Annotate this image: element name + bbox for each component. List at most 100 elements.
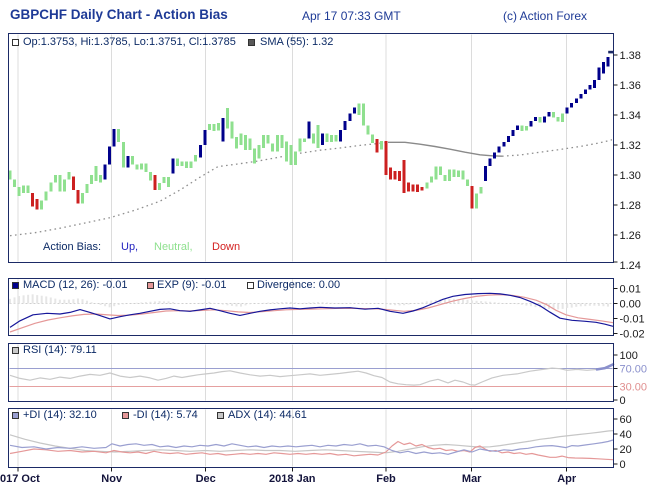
candle (239, 133, 243, 145)
action-bias-up-label: Up, (121, 241, 139, 253)
divergence-bar (312, 302, 315, 304)
candle (447, 169, 451, 181)
candle (466, 179, 470, 187)
divergence-bar (226, 303, 229, 306)
price-y-tick-label: 1.30 (620, 170, 641, 182)
month-label: 017 Oct (0, 473, 40, 485)
divergence-bar (158, 301, 161, 304)
sma-legend-icon (248, 39, 255, 46)
month-label: Feb (376, 473, 396, 485)
candle (434, 166, 438, 180)
price-y-tick-label: 1.26 (620, 230, 641, 242)
divergence-bar (81, 299, 84, 304)
divergence-bar (462, 299, 464, 304)
page-title: GBPCHF Daily Chart - Action Bias (10, 7, 228, 22)
candle (90, 175, 94, 184)
candle (266, 134, 270, 144)
candle (357, 103, 361, 115)
candle (312, 133, 316, 144)
candle (144, 163, 148, 172)
divergence-bar (566, 303, 569, 308)
candle (606, 57, 610, 67)
candle (543, 116, 547, 123)
divergence-bar (149, 301, 152, 304)
divergence-bar (18, 296, 21, 304)
divergence-bar (271, 302, 274, 304)
candle (157, 183, 161, 190)
candle (561, 113, 565, 122)
candle (62, 179, 66, 192)
rsi-y-tick-label: 0 (620, 395, 626, 407)
divergence-bar (597, 303, 600, 306)
candle (556, 117, 560, 122)
divergence-bar (484, 301, 487, 304)
candle (425, 182, 429, 189)
candle (112, 129, 116, 147)
candle (103, 164, 107, 180)
candle (194, 154, 198, 162)
divergence-bar (584, 303, 587, 307)
divergence-bar (471, 300, 474, 304)
exp-legend-icon (147, 282, 154, 289)
divergence-bar (289, 301, 292, 304)
divergence-bar (76, 298, 79, 304)
last-price-marker (608, 50, 614, 54)
price-y-tick-label: 1.28 (620, 200, 641, 212)
candle (176, 158, 180, 166)
divergence-bar (285, 302, 288, 304)
candle (379, 141, 383, 150)
candle (533, 117, 537, 121)
candle (511, 130, 515, 136)
divergence-bar (244, 303, 247, 306)
macd-legend-label: MACD (12, 26): -0.01 (23, 279, 128, 291)
candle (484, 166, 488, 181)
divergence-bar (480, 301, 483, 304)
sma-legend-label: SMA (55): 1.32 (260, 36, 334, 48)
candle (334, 134, 338, 142)
candle (321, 133, 325, 145)
adx-legend-label: ADX (14): 44.61 (228, 409, 307, 421)
divergence-bar (86, 300, 89, 304)
divergence-bar (27, 294, 30, 304)
candle (330, 134, 334, 142)
divergence-bar (425, 301, 428, 304)
candle (262, 134, 266, 149)
divergence-bar (525, 303, 528, 306)
candle (130, 156, 134, 165)
divergence-bar (49, 297, 52, 304)
divergence-legend-icon (247, 282, 254, 289)
divergence-bar (212, 302, 215, 304)
candle (398, 171, 402, 181)
candle (493, 152, 497, 159)
timestamp-label: Apr 17 07:33 GMT (302, 9, 401, 23)
dmi-panel-border (8, 408, 614, 468)
exp-legend-label: EXP (9): -0.01 (157, 279, 227, 291)
divergence-bar (384, 303, 387, 305)
divergence-bar (104, 303, 107, 307)
candle (108, 146, 112, 165)
candle (343, 121, 347, 130)
divergence-bar (475, 300, 478, 304)
candle (185, 161, 189, 169)
candle (298, 138, 302, 152)
divergence-bar (199, 302, 202, 304)
divergence-bar (203, 302, 206, 304)
divergence-bar (140, 302, 143, 304)
copyright-label: (c) Action Forex (503, 9, 588, 23)
candle (520, 125, 524, 131)
divergence-bar (294, 302, 297, 304)
candle (570, 103, 574, 108)
divergence-bar (235, 303, 238, 307)
candles (8, 57, 610, 210)
candle (407, 182, 411, 192)
divergence-bar (267, 302, 270, 304)
divergence-bar (303, 302, 306, 304)
candle (361, 103, 365, 126)
divergence-bar (221, 303, 224, 305)
candle (162, 177, 166, 184)
price-panel: 1.38 1.36 1.34 1.32 1.30 1.28 1.26 1.24 (8, 33, 641, 272)
candle (212, 124, 216, 131)
candle (139, 163, 143, 170)
action-bias-label: Action Bias: (43, 241, 102, 253)
divergence-bar (72, 299, 75, 304)
